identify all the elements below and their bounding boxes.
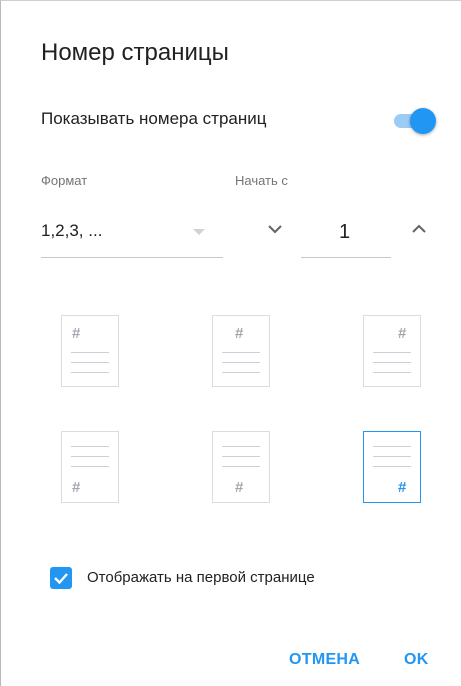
show-numbers-toggle[interactable] <box>394 108 436 134</box>
text-line <box>222 372 260 373</box>
hash-icon: # <box>235 325 244 342</box>
chevron-up-icon <box>412 224 426 233</box>
hash-icon: # <box>72 325 81 342</box>
text-line <box>373 456 411 457</box>
text-line <box>373 362 411 363</box>
format-select[interactable]: 1,2,3, ... <box>41 215 223 258</box>
start-label: Начать с <box>235 173 288 188</box>
increment-button[interactable] <box>403 213 435 245</box>
position-bottom-left[interactable]: # <box>61 431 119 503</box>
toggle-thumb <box>410 108 436 134</box>
text-line <box>222 362 260 363</box>
text-line <box>373 352 411 353</box>
show-numbers-label: Показывать номера страниц <box>41 109 267 128</box>
format-label: Формат <box>41 173 88 188</box>
checkmark-icon <box>54 573 68 585</box>
position-bottom-right[interactable]: # <box>363 431 421 503</box>
first-page-checkbox[interactable] <box>50 567 72 589</box>
position-top-center[interactable]: # <box>212 315 270 387</box>
hash-icon: # <box>398 325 407 342</box>
hash-icon: # <box>72 479 81 496</box>
start-number-value: 1 <box>339 221 351 243</box>
first-page-label: Отображать на первой странице <box>87 569 315 586</box>
text-line <box>222 446 260 447</box>
text-line <box>222 456 260 457</box>
chevron-down-icon <box>268 225 282 234</box>
format-value: 1,2,3, ... <box>41 221 103 240</box>
text-line <box>71 362 109 363</box>
position-top-right[interactable]: # <box>363 315 421 387</box>
ok-button[interactable]: OK <box>404 651 429 669</box>
decrement-button[interactable] <box>259 213 291 245</box>
position-top-left[interactable]: # <box>61 315 119 387</box>
position-bottom-center[interactable]: # <box>212 431 270 503</box>
text-line <box>222 466 260 467</box>
hash-icon: # <box>398 479 407 496</box>
text-line <box>71 352 109 353</box>
text-line <box>71 372 109 373</box>
text-line <box>373 466 411 467</box>
text-line <box>71 466 109 467</box>
text-line <box>222 352 260 353</box>
text-line <box>71 446 109 447</box>
text-line <box>373 446 411 447</box>
text-line <box>71 456 109 457</box>
cancel-button[interactable]: ОТМЕНА <box>289 651 360 669</box>
dialog-title: Номер страницы <box>41 39 229 66</box>
hash-icon: # <box>235 479 244 496</box>
dropdown-caret-icon <box>193 229 205 235</box>
text-line <box>373 372 411 373</box>
page-number-dialog: Номер страницы Показывать номера страниц… <box>0 0 461 686</box>
start-number-input[interactable]: 1 <box>301 215 391 258</box>
